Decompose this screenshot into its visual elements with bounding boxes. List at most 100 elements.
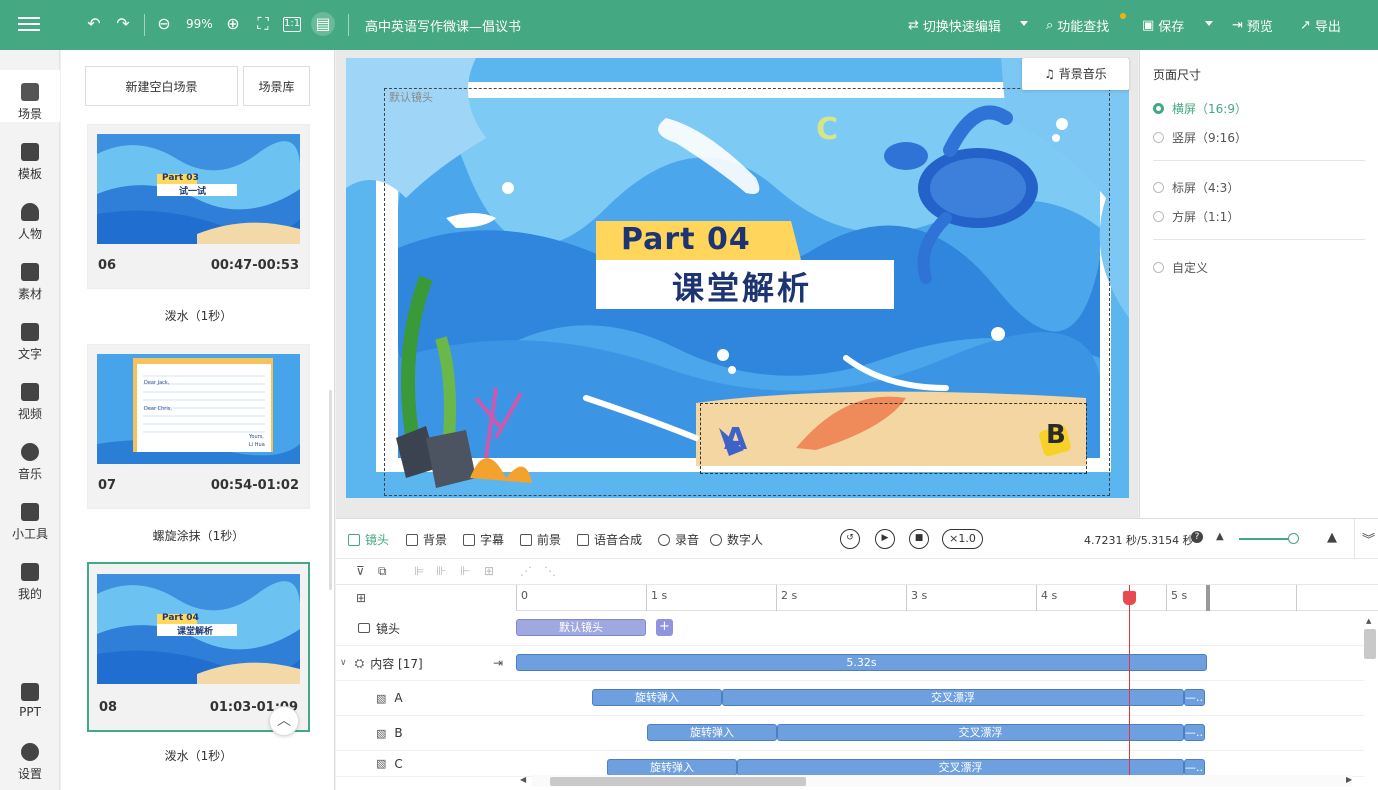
- align-right-icon[interactable]: ⊩: [460, 564, 470, 578]
- filter-icon[interactable]: ⊽: [356, 564, 365, 578]
- scroll-left-icon[interactable]: ◀: [520, 775, 526, 784]
- document-title[interactable]: 高中英语写作微课—倡议书: [365, 16, 521, 35]
- enter-group-icon[interactable]: ⇥: [493, 656, 503, 670]
- canvas-letter-b[interactable]: B: [1046, 420, 1066, 450]
- align-left-icon[interactable]: ⊫: [414, 564, 424, 578]
- sidebar-item-material[interactable]: 素材: [0, 263, 60, 302]
- fullscreen-icon[interactable]: ⛶: [253, 14, 273, 34]
- redo-icon[interactable]: ↷: [113, 14, 133, 34]
- layers-icon[interactable]: ⊞: [356, 591, 366, 605]
- exit-animation-block[interactable]: —...: [1184, 724, 1205, 741]
- scene-canvas[interactable]: C Part 04 课堂解析 A B 默认镜头: [346, 58, 1129, 498]
- new-blank-scene-button[interactable]: 新建空白场景: [85, 66, 238, 106]
- camera-block[interactable]: 默认镜头: [516, 619, 646, 636]
- add-camera-button[interactable]: +: [656, 619, 673, 636]
- zoom-out-icon[interactable]: ⊖: [154, 14, 174, 34]
- sidebar-item-character[interactable]: 人物: [0, 203, 60, 242]
- align-center-icon[interactable]: ⊪: [436, 564, 446, 578]
- quick-edit-button[interactable]: ⇄ 切换快速编辑: [908, 16, 1001, 35]
- scrollbar-thumb[interactable]: [550, 777, 806, 786]
- sidebar-item-mine[interactable]: 我的: [0, 563, 60, 602]
- chevron-down-icon[interactable]: [1020, 21, 1028, 26]
- sidebar-item-template[interactable]: 模板: [0, 143, 60, 182]
- stagger-icon[interactable]: ⋰: [520, 564, 532, 578]
- loop-animation-block[interactable]: 交叉漂浮: [737, 759, 1184, 776]
- timeline-horizontal-scrollbar[interactable]: ◀ ▶: [520, 775, 1352, 787]
- enter-animation-block[interactable]: 旋转弹入: [607, 759, 737, 776]
- speed-button[interactable]: ×1.0: [942, 529, 983, 549]
- actual-size-icon[interactable]: 1:1: [283, 17, 301, 32]
- page-size-option-4-3[interactable]: 标屏（4:3）: [1153, 179, 1239, 196]
- scene-card-06[interactable]: Part 03 试一试 06 00:47-00:53: [87, 124, 310, 289]
- group-icon[interactable]: ⧉: [378, 564, 387, 579]
- scene-transition-label[interactable]: 螺旋涂抹（1秒）: [87, 527, 310, 544]
- track-a[interactable]: ▧ A: [336, 681, 516, 716]
- background-music-button[interactable]: ♫ 背景音乐: [1022, 58, 1129, 90]
- loop-animation-block[interactable]: 交叉漂浮: [777, 724, 1184, 741]
- sidebar-item-text[interactable]: 文字: [0, 323, 60, 362]
- zoom-in-icon[interactable]: ⊕: [223, 14, 243, 34]
- loop-animation-block[interactable]: 交叉漂浮: [722, 689, 1184, 706]
- tab-foreground[interactable]: 前景: [520, 531, 561, 548]
- distribute-icon[interactable]: ⊞: [484, 564, 494, 578]
- canvas-letter-c[interactable]: C: [816, 112, 838, 147]
- stop-icon[interactable]: ■: [909, 529, 929, 549]
- save-button[interactable]: ▣ 保存: [1142, 16, 1184, 35]
- sidebar-item-scene[interactable]: 场景: [0, 70, 60, 122]
- page-size-option-1-1[interactable]: 方屏（1:1）: [1153, 208, 1239, 225]
- scene-transition-label[interactable]: 泼水（1秒）: [87, 747, 310, 764]
- find-feature-button[interactable]: ⌕ 功能查找: [1046, 16, 1109, 35]
- chevron-down-icon[interactable]: ∨: [340, 658, 347, 668]
- page-size-option-9-16[interactable]: 竖屏（9:16）: [1153, 129, 1247, 146]
- enter-animation-block[interactable]: 旋转弹入: [592, 689, 722, 706]
- tab-digital-human[interactable]: 数字人: [710, 531, 763, 548]
- canvas-part-label[interactable]: Part 04: [621, 222, 751, 257]
- scrollbar-thumb[interactable]: [1364, 629, 1376, 659]
- tab-camera[interactable]: 镜头: [348, 531, 389, 548]
- scroll-up-icon[interactable]: ▲: [1366, 617, 1371, 625]
- playhead-handle[interactable]: [1123, 591, 1136, 605]
- track-content[interactable]: ∨ ⛭ 内容 [17] ⇥: [336, 646, 516, 681]
- playhead[interactable]: [1123, 585, 1136, 779]
- scroll-to-top-button[interactable]: ︿: [269, 706, 299, 736]
- tab-tts[interactable]: 语音合成: [577, 531, 642, 548]
- chevron-down-icon[interactable]: [1205, 21, 1213, 26]
- scroll-right-icon[interactable]: ▶: [1346, 775, 1352, 784]
- scene-card-07[interactable]: Dear Jack, Dear Chris, Yours, Li Hua 07 …: [87, 344, 310, 509]
- scene-end-marker[interactable]: [1206, 585, 1210, 611]
- zoom-out-mountain-icon[interactable]: ▲: [1216, 531, 1224, 542]
- collapse-icon[interactable]: ︾: [1362, 529, 1375, 548]
- scene-list-scrollbar[interactable]: [329, 390, 332, 590]
- timeline-vertical-scrollbar[interactable]: ▲: [1364, 617, 1376, 777]
- tab-subtitle[interactable]: 字幕: [463, 531, 504, 548]
- slider-handle[interactable]: [1288, 533, 1299, 544]
- sidebar-item-settings[interactable]: 设置: [0, 743, 60, 782]
- sidebar-item-ppt[interactable]: PPT: [0, 683, 60, 719]
- help-icon[interactable]: ?: [1191, 531, 1203, 543]
- stagger-reverse-icon[interactable]: ⋱: [544, 564, 556, 578]
- subtitle-icon[interactable]: ▤: [311, 12, 335, 36]
- play-icon[interactable]: ▶: [875, 529, 895, 549]
- track-c[interactable]: ▧ C: [336, 751, 516, 777]
- scene-library-button[interactable]: 场景库: [243, 66, 310, 106]
- track-camera[interactable]: 镜头: [336, 611, 516, 646]
- sidebar-item-tools[interactable]: 小工具: [0, 503, 60, 542]
- preview-button[interactable]: ⇥ 预览: [1232, 16, 1273, 35]
- page-size-option-16-9[interactable]: 横屏（16:9）: [1153, 100, 1247, 117]
- page-size-option-custom[interactable]: 自定义: [1153, 259, 1208, 276]
- tab-record[interactable]: 录音: [658, 531, 699, 548]
- sidebar-item-video[interactable]: 视频: [0, 383, 60, 422]
- scene-transition-label[interactable]: 泼水（1秒）: [87, 307, 310, 324]
- exit-animation-block[interactable]: —...: [1184, 689, 1205, 706]
- exit-animation-block[interactable]: —...: [1184, 759, 1205, 776]
- enter-animation-block[interactable]: 旋转弹入: [647, 724, 777, 741]
- canvas-letter-a[interactable]: A: [724, 422, 747, 457]
- content-duration-block[interactable]: 5.32s: [516, 654, 1207, 671]
- track-b[interactable]: ▧ B: [336, 716, 516, 751]
- undo-icon[interactable]: ↶: [84, 14, 104, 34]
- time-ruler[interactable]: 0 1 s 2 s 3 s 4 s 5 s: [516, 585, 1378, 611]
- zoom-in-mountain-icon[interactable]: ▲: [1327, 530, 1337, 545]
- timeline-zoom-slider[interactable]: [1239, 533, 1299, 544]
- export-button[interactable]: ↗ 导出: [1300, 16, 1341, 35]
- sidebar-item-music[interactable]: 音乐: [0, 443, 60, 482]
